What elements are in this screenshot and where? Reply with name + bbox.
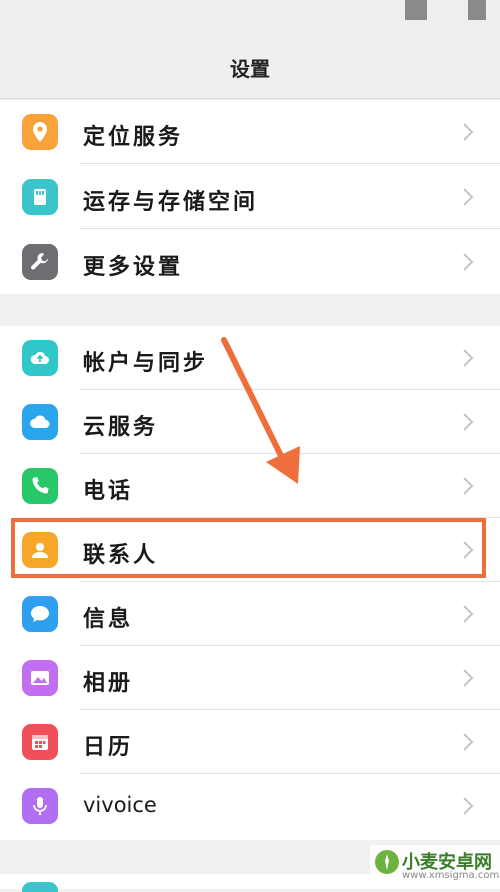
- chevron-right-icon: [463, 477, 474, 495]
- row-label: vivoice: [83, 793, 157, 817]
- calendar-icon: [22, 724, 58, 760]
- row-more-settings[interactable]: 更多设置: [0, 230, 500, 294]
- cloud-sync-icon: [22, 340, 58, 376]
- settings-group-1: 定位服务 运存与存储空间 更多设置: [0, 100, 500, 294]
- location-icon: [22, 114, 58, 150]
- highlight-box: [11, 518, 486, 578]
- cloud-icon: [22, 404, 58, 440]
- header: 设置: [0, 32, 500, 99]
- battery-icon: [468, 0, 486, 20]
- settings-group-2: 帐户与同步 云服务 电话 联系人 信息 相册 日历 vivoice: [0, 326, 500, 840]
- chevron-right-icon: [463, 413, 474, 431]
- row-label: 定位服务: [83, 125, 184, 150]
- row-label: 日历: [83, 735, 134, 760]
- chevron-right-icon: [463, 253, 474, 271]
- status-bar: [0, 0, 500, 32]
- chevron-right-icon: [463, 605, 474, 623]
- row-label: 更多设置: [83, 255, 184, 280]
- partial-app-icon: [22, 882, 58, 892]
- row-storage[interactable]: 运存与存储空间: [0, 165, 500, 229]
- row-vivoice[interactable]: vivoice: [0, 774, 500, 838]
- message-icon: [22, 596, 58, 632]
- page-title: 设置: [230, 57, 270, 81]
- chevron-right-icon: [463, 188, 474, 206]
- microphone-icon: [22, 788, 58, 824]
- row-calendar[interactable]: 日历: [0, 710, 500, 774]
- row-label: 帐户与同步: [83, 351, 209, 376]
- gallery-icon: [22, 660, 58, 696]
- row-cloud-service[interactable]: 云服务: [0, 390, 500, 454]
- row-messages[interactable]: 信息: [0, 582, 500, 646]
- row-label: 电话: [83, 479, 134, 504]
- row-account-sync[interactable]: 帐户与同步: [0, 326, 500, 390]
- watermark-url: www.xmsigma.com: [402, 870, 500, 881]
- chevron-right-icon: [463, 349, 474, 367]
- row-label: 云服务: [83, 415, 159, 440]
- row-label: 相册: [83, 671, 134, 696]
- status-indicator: [405, 0, 427, 20]
- row-label: 信息: [83, 607, 134, 632]
- watermark-logo-icon: [375, 850, 399, 874]
- row-gallery[interactable]: 相册: [0, 646, 500, 710]
- chevron-right-icon: [463, 797, 474, 815]
- row-label: 运存与存储空间: [83, 190, 259, 215]
- storage-icon: [22, 179, 58, 215]
- row-location[interactable]: 定位服务: [0, 100, 500, 164]
- wrench-icon: [22, 244, 58, 280]
- chevron-right-icon: [463, 733, 474, 751]
- phone-icon: [22, 468, 58, 504]
- row-phone[interactable]: 电话: [0, 454, 500, 518]
- chevron-right-icon: [463, 123, 474, 141]
- chevron-right-icon: [463, 669, 474, 687]
